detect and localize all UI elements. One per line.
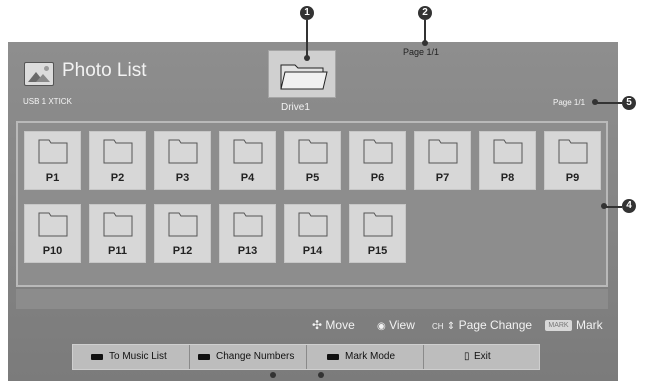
folder-label: P5 [305,172,320,184]
folder-icon [168,139,198,164]
page-title: Photo List [62,60,147,81]
callout-2: 2 [418,6,432,20]
folder-label: P1 [45,172,60,184]
mark-hint: Mark [576,318,603,332]
page-change-label: Page Change [458,318,533,332]
callout-5-dot [592,99,598,105]
folder-label: P7 [435,172,450,184]
drive-folder-button[interactable] [268,50,336,98]
folder-icon [233,212,263,237]
folder-icon [298,212,328,237]
callout-1: 1 [300,6,314,20]
folder-icon [38,139,68,164]
grid-footer-strip [16,289,608,309]
folder-label: P3 [175,172,190,184]
folder-icon [558,139,588,164]
folder-grid: P1 P2 P3 P4 P5 P6 P7 P8 P9 P10 P11 P12 P… [16,121,608,287]
callout-4: 4 [622,199,636,213]
folder-label: P14 [302,245,323,257]
callout-4-line [606,206,622,208]
yellow-key-icon [327,354,339,360]
folder-label: P9 [565,172,580,184]
callout-5: 5 [622,96,636,110]
folder-icon [363,139,393,164]
folder-thumb[interactable]: P15 [349,204,406,263]
mark-mode-button[interactable]: Mark Mode [307,345,424,369]
page-indicator-right: Page 1/1 [553,98,586,107]
folder-icon [103,139,133,164]
folder-icon [233,139,263,164]
folder-thumb[interactable]: P6 [349,131,406,190]
exit-button[interactable]: ▯ Exit [424,345,539,369]
drive-folder-icon [280,64,328,90]
page-indicator-top: Page 1/1 [403,47,440,57]
folder-label: P10 [42,245,63,257]
folder-label: P11 [108,245,127,257]
callout-5-line [596,102,622,104]
channel-badge: CH [432,322,444,331]
folder-thumb[interactable]: P10 [24,204,81,263]
folder-thumb[interactable]: P14 [284,204,341,263]
folder-thumb[interactable]: P2 [89,131,146,190]
view-hint: ◉ View [377,318,415,332]
page-change-hint: CH ⇕ Page Change [432,318,532,332]
folder-icon [428,139,458,164]
callout-4-dot [601,203,607,209]
folder-thumb[interactable]: P7 [414,131,471,190]
view-label: View [389,318,415,332]
callout-2-dot [422,40,428,46]
exit-icon: ▯ [464,351,470,362]
folder-label: P13 [237,245,258,257]
move-hint: ✣ Move [312,318,355,332]
folder-thumb[interactable]: P9 [544,131,601,190]
folder-label: P8 [500,172,515,184]
move-label: Move [325,318,355,332]
folder-thumb[interactable]: P5 [284,131,341,190]
change-numbers-button[interactable]: Change Numbers [190,345,307,369]
folder-icon [493,139,523,164]
mark-button-icon: MARK [545,320,572,331]
mark-label: Mark [576,318,603,332]
usb-device-label: USB 1 XTICK [23,97,72,106]
folder-icon [103,212,133,237]
change-numbers-label: Change Numbers [216,351,295,362]
ok-button-icon: ◉ [377,321,386,332]
folder-thumb[interactable]: P1 [24,131,81,190]
folder-thumb[interactable]: P3 [154,131,211,190]
move-arrows-icon: ✣ [312,318,323,332]
folder-label: P15 [367,245,388,257]
red-key-icon [91,354,103,360]
folder-icon [38,212,68,237]
folder-thumb[interactable]: P4 [219,131,276,190]
folder-icon [168,212,198,237]
folder-label: P6 [370,172,385,184]
folder-thumb[interactable]: P12 [154,204,211,263]
exit-label: Exit [474,351,491,362]
green-key-icon [198,354,210,360]
to-music-list-label: To Music List [109,351,167,362]
folder-icon [298,139,328,164]
drive-label: Drive1 [281,102,310,113]
callout-1-dot [304,55,310,61]
folder-thumb[interactable]: P8 [479,131,536,190]
folder-icon [363,212,393,237]
mark-mode-label: Mark Mode [345,351,396,362]
folder-thumb[interactable]: P11 [89,204,146,263]
folder-label: P2 [110,172,125,184]
callout-dot-bottom-right [318,372,324,378]
callout-dot-bottom-left [270,372,276,378]
folder-label: P12 [172,245,193,257]
button-bar: To Music List Change Numbers Mark Mode ▯… [72,344,540,370]
photo-list-icon [24,62,54,86]
folder-thumb[interactable]: P13 [219,204,276,263]
folder-label: P4 [240,172,255,184]
to-music-list-button[interactable]: To Music List [73,345,190,369]
callout-1-line [306,20,308,57]
channel-updown-icon: ⇕ [446,321,456,332]
